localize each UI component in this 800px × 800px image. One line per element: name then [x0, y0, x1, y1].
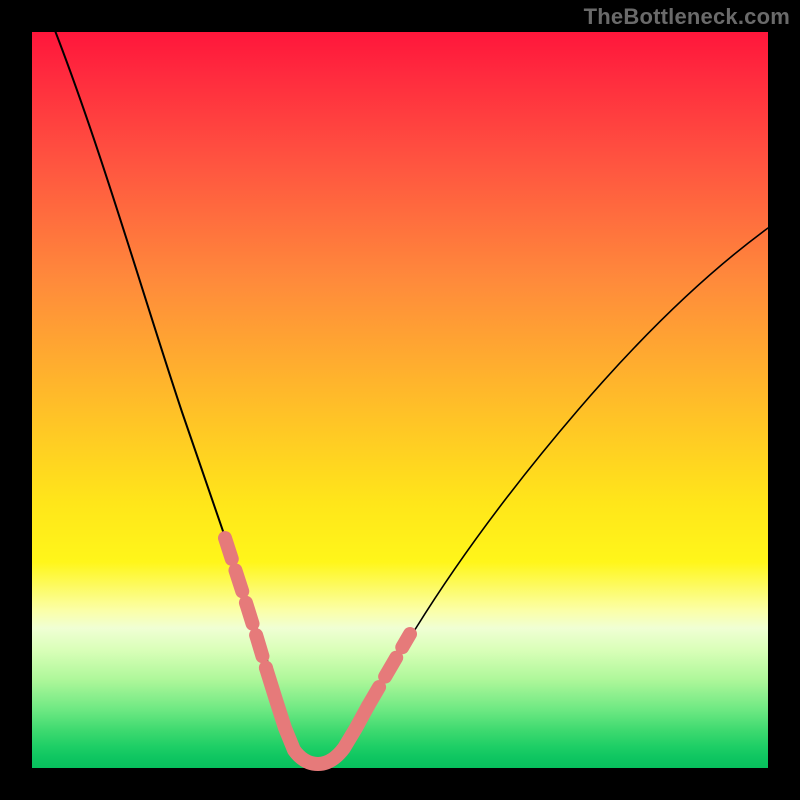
curve-right-branch [346, 228, 768, 748]
highlight-right-dash [368, 634, 410, 706]
plot-area [32, 32, 768, 768]
watermark-label: TheBottleneck.com [584, 4, 790, 30]
curve-layer [32, 32, 768, 768]
highlight-left-dash [225, 538, 266, 668]
chart-frame: TheBottleneck.com [0, 0, 800, 800]
highlight-valley-solid [266, 668, 368, 764]
